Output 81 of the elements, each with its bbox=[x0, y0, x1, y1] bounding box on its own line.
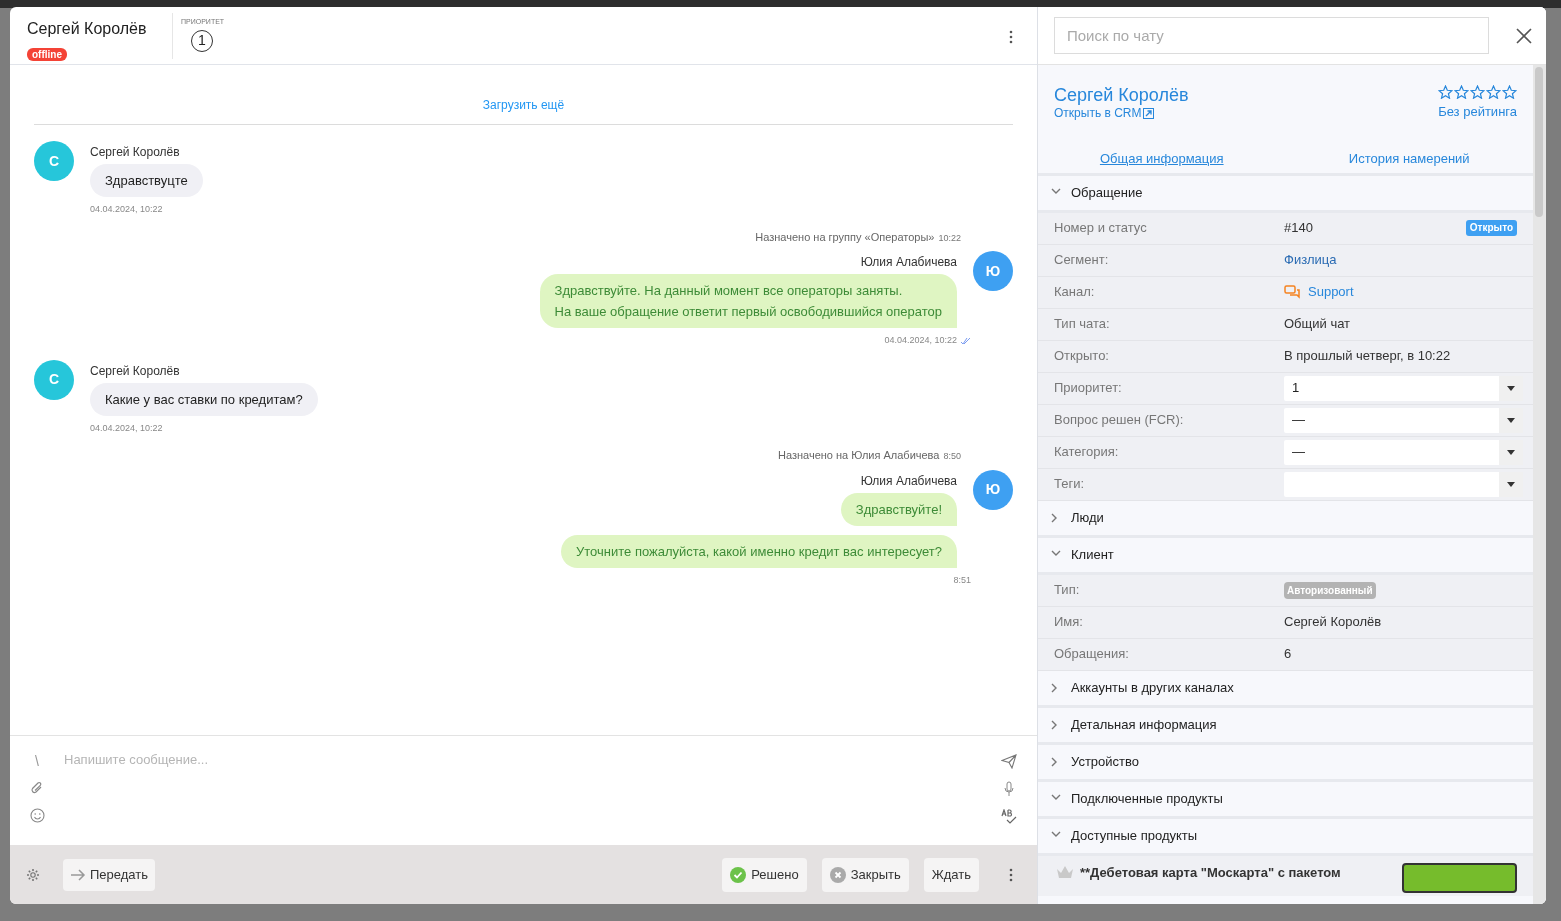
send-icon[interactable] bbox=[1001, 754, 1017, 769]
field-value: 6 bbox=[1284, 645, 1292, 664]
message-time: 8:51 bbox=[953, 573, 971, 587]
field-label: Обращения: bbox=[1053, 645, 1130, 664]
arrow-right-icon bbox=[70, 868, 86, 881]
tab[interactable]: История намерений bbox=[1285, 145, 1533, 173]
rating-label: Без рейтинга bbox=[1438, 103, 1517, 121]
dropdown-caret-icon bbox=[1507, 481, 1515, 487]
product-name: **Дебетовая карта "Москарта" с пакетом bbox=[1080, 864, 1342, 881]
more-icon[interactable] bbox=[1009, 30, 1013, 44]
avatar: Ю bbox=[973, 469, 1013, 510]
settings-icon[interactable] bbox=[26, 867, 40, 882]
close-button[interactable]: Закрыть bbox=[821, 857, 909, 892]
select-field[interactable] bbox=[1284, 471, 1523, 497]
message-input[interactable]: Напишите сообщение... bbox=[64, 750, 981, 770]
message-bubble: Здравствуцте bbox=[90, 164, 203, 197]
microphone-icon[interactable] bbox=[1004, 781, 1014, 797]
author-name: Сергей Королёв bbox=[90, 144, 180, 161]
dropdown-caret-icon bbox=[1507, 449, 1515, 455]
message-time: 04.04.2024, 10:22 bbox=[884, 334, 957, 347]
message-bubble: Какие у вас ставки по кредитам? bbox=[90, 382, 318, 416]
message-time: 04.04.2024, 10:22 bbox=[90, 421, 163, 435]
system-event: Назначено на группу «Операторы» bbox=[755, 229, 935, 245]
field-label: Канал: bbox=[1053, 283, 1096, 302]
crown-icon bbox=[1056, 864, 1074, 878]
tab[interactable]: Общая информация bbox=[1038, 145, 1286, 173]
author-name: Сергей Королёв bbox=[90, 362, 180, 380]
more-icon[interactable] bbox=[1009, 867, 1013, 882]
avatar: С bbox=[34, 141, 74, 181]
message-bubble: Здравствуйте. На данный момент все операторы заняты. На ваше обращение ответит первый освободившийся оператор bbox=[539, 274, 957, 328]
message-bubble: Здравствуйте! bbox=[840, 492, 957, 526]
author-name: Юлия Алабичева bbox=[860, 472, 957, 490]
field-label: Приоритет: bbox=[1053, 379, 1123, 398]
spellcheck-icon[interactable] bbox=[1001, 809, 1017, 824]
field-value: Общий чат bbox=[1284, 315, 1351, 334]
field-label: Открыто: bbox=[1053, 347, 1110, 366]
field-label: Сегмент: bbox=[1053, 251, 1110, 270]
event-time: 8:50 bbox=[943, 450, 961, 463]
system-event: Назначено на Юлия Алабичева bbox=[778, 448, 940, 463]
dropdown-caret-icon bbox=[1507, 417, 1515, 423]
field-label: Категория: bbox=[1053, 443, 1120, 462]
select-field[interactable]: — bbox=[1284, 407, 1523, 433]
field-label: Тип чата: bbox=[1053, 315, 1111, 334]
close-circle-icon bbox=[829, 866, 846, 883]
resolve-button[interactable]: Решено bbox=[722, 857, 807, 892]
field-value: В прошлый четверг, в 10:22 bbox=[1284, 347, 1451, 366]
field-label: Теги: bbox=[1053, 475, 1086, 494]
search-field[interactable]: Поиск по чату bbox=[1054, 17, 1489, 54]
author-name: Юлия Алабичева bbox=[860, 254, 957, 271]
select-field[interactable]: 1 bbox=[1284, 375, 1523, 401]
transfer-button[interactable]: Передать bbox=[63, 858, 155, 891]
close-icon[interactable] bbox=[1516, 27, 1532, 44]
scrollbar-thumb[interactable] bbox=[1535, 67, 1543, 217]
field-label: Вопрос решен (FCR): bbox=[1053, 411, 1185, 430]
dropdown-caret-icon bbox=[1507, 385, 1515, 391]
add-product-button[interactable] bbox=[1402, 862, 1517, 893]
chat-bubbles-icon bbox=[1284, 285, 1301, 299]
segment-link[interactable]: Физлица bbox=[1284, 250, 1337, 270]
status-badge: Открыто bbox=[1465, 220, 1517, 236]
avatar: Ю bbox=[973, 251, 1013, 291]
client-name[interactable]: Сергей Королёв bbox=[1054, 84, 1189, 106]
event-time: 10:22 bbox=[938, 231, 961, 245]
select-field[interactable]: — bbox=[1284, 439, 1523, 465]
field-label: Имя: bbox=[1053, 613, 1084, 632]
field-label: Номер и статус bbox=[1053, 219, 1148, 238]
external-link-icon bbox=[1142, 107, 1154, 119]
crm-link[interactable]: Открыть в CRM bbox=[1054, 106, 1189, 120]
check-circle-icon bbox=[730, 866, 747, 883]
message-bubble: Уточните пожалуйста, какой именно кредит вас интересует? bbox=[561, 534, 957, 568]
field-value: #140 bbox=[1284, 219, 1314, 238]
contact-name: Сергей Королёв bbox=[27, 19, 148, 39]
field-value: Сергей Королёв bbox=[1284, 613, 1382, 632]
rating-stars[interactable] bbox=[1438, 85, 1517, 99]
client-type-tag: Авторизованный bbox=[1284, 581, 1376, 599]
status-badge: offline bbox=[27, 48, 67, 61]
message-time: 04.04.2024, 10:22 bbox=[90, 203, 163, 216]
field-label: Тип: bbox=[1053, 581, 1081, 600]
smiley-icon[interactable] bbox=[29, 808, 45, 823]
avatar: С bbox=[34, 359, 74, 400]
wait-button[interactable]: Ждать bbox=[923, 857, 979, 892]
paperclip-icon[interactable] bbox=[30, 780, 44, 796]
